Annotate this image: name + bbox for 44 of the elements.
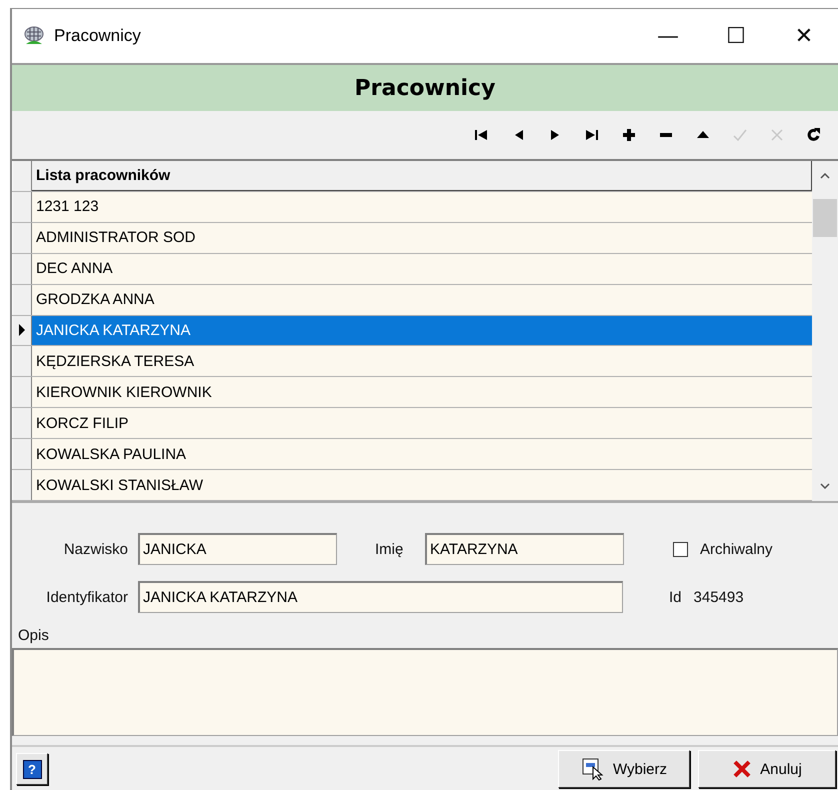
scroll-down-icon: [820, 483, 830, 489]
window-title: Pracownicy: [54, 26, 142, 46]
plus-icon: [620, 127, 636, 143]
list-row[interactable]: ADMINISTRATOR SOD: [32, 222, 812, 253]
scroll-up-icon: [820, 173, 830, 179]
list-row[interactable]: GRODZKA ANNA: [32, 284, 812, 315]
list-row[interactable]: KOWALSKA PAULINA: [32, 439, 812, 470]
scroll-thumb[interactable]: [813, 199, 837, 237]
minimize-button[interactable]: —: [634, 16, 702, 56]
list-row[interactable]: KIEROWNIK KIEROWNIK: [32, 377, 812, 408]
list-row[interactable]: JANICKA KATARZYNA: [32, 316, 812, 346]
cancel-button[interactable]: Anuluj: [698, 750, 836, 788]
surname-label: Nazwisko: [62, 540, 129, 558]
list-row[interactable]: KOWALSKI STANISŁAW: [32, 470, 812, 500]
list-row[interactable]: KĘDZIERSKA TERESA: [32, 346, 812, 376]
first-name-field[interactable]: KATARZYNA: [425, 533, 624, 565]
maximize-button[interactable]: ☐: [702, 16, 770, 56]
header-title: Pracownicy: [354, 76, 496, 100]
cross-icon: [768, 127, 784, 143]
identifier-field[interactable]: JANICKA KATARZYNA: [138, 581, 623, 613]
select-button[interactable]: Wybierz: [558, 750, 690, 788]
help-button[interactable]: ?: [16, 753, 48, 785]
close-icon: [732, 759, 752, 779]
identifier-label: Identyfikator: [45, 588, 129, 606]
list-row[interactable]: DEC ANNA: [32, 254, 812, 284]
archive-checkbox[interactable]: [673, 542, 688, 556]
row-indicator[interactable]: [12, 316, 32, 346]
id-value: 345493: [694, 588, 744, 606]
first-name-label: Imię: [375, 540, 404, 558]
close-button[interactable]: ✕: [770, 16, 838, 56]
column-header[interactable]: Lista pracowników: [32, 161, 812, 191]
form-cursor-icon: [580, 757, 605, 781]
scrollbar[interactable]: [812, 161, 838, 501]
description-field[interactable]: [12, 648, 838, 736]
refresh-icon: [806, 127, 822, 143]
skip-first-icon: [472, 127, 488, 143]
skip-last-icon: [584, 127, 600, 143]
list-row[interactable]: KORCZ FILIP: [32, 408, 812, 438]
checkmark-icon: [732, 127, 748, 143]
surname-field[interactable]: JANICKA: [138, 533, 337, 565]
id-label: Id: [669, 588, 682, 606]
archive-label: Archiwalny: [700, 540, 773, 558]
description-label: Opis: [18, 627, 50, 644]
list-row[interactable]: 1231 123: [32, 192, 812, 222]
